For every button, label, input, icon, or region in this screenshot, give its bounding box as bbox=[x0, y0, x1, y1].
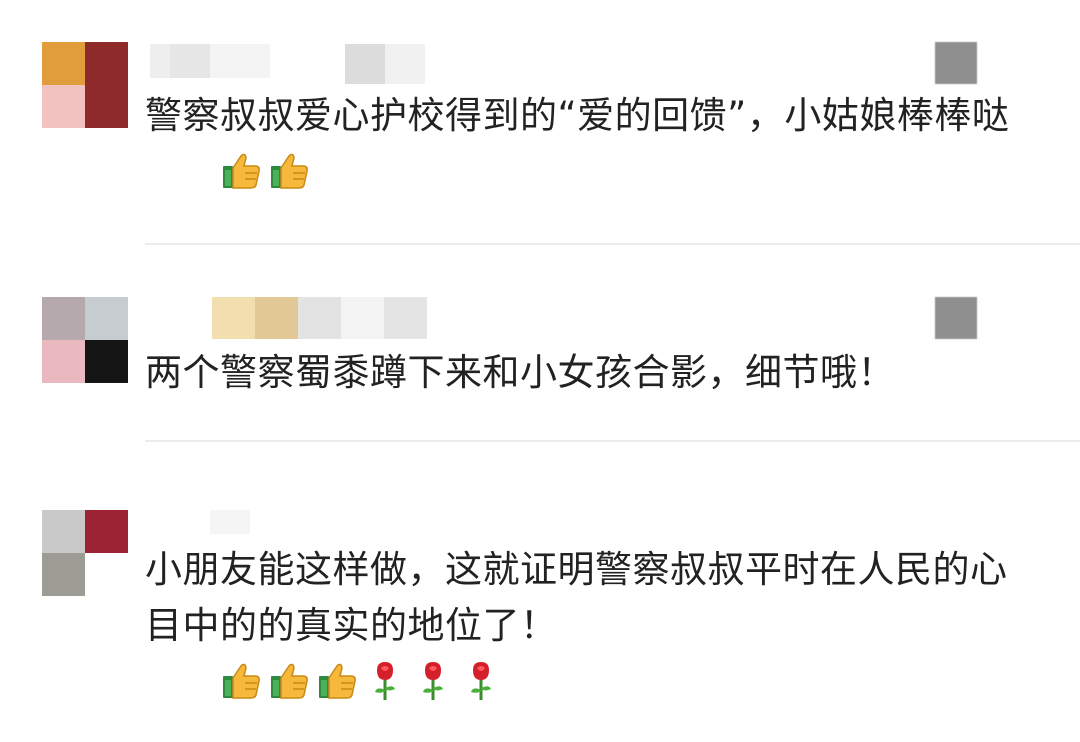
avatar[interactable] bbox=[42, 42, 128, 128]
thumbs-up-icon bbox=[270, 153, 308, 189]
thumbs-up-icon bbox=[270, 663, 308, 699]
avatar[interactable] bbox=[42, 297, 128, 383]
like-count-redacted[interactable] bbox=[935, 42, 977, 84]
comment-item: 警察叔叔爱心护校得到的“爱的回馈”，小姑娘棒棒哒 bbox=[0, 0, 1080, 245]
comment-text: 小朋友能这样做，这就证明警察叔叔平时在人民的心目中的的真实的地位了！ bbox=[145, 542, 1035, 710]
username-redacted[interactable] bbox=[150, 44, 425, 84]
avatar[interactable] bbox=[42, 510, 128, 596]
username-redacted[interactable] bbox=[210, 510, 250, 534]
comment-item: 小朋友能这样做，这就证明警察叔叔平时在人民的心目中的的真实的地位了！ bbox=[0, 442, 1080, 742]
thumbs-up-icon bbox=[222, 663, 260, 699]
emoji-row bbox=[145, 150, 315, 193]
emoji-row bbox=[145, 660, 507, 703]
username-redacted[interactable] bbox=[212, 297, 427, 339]
thumbs-up-icon bbox=[318, 663, 356, 699]
like-count-redacted[interactable] bbox=[935, 297, 977, 339]
rose-icon bbox=[422, 662, 443, 700]
comment-item: 两个警察蜀黍蹲下来和小女孩合影，细节哦！ bbox=[0, 245, 1080, 442]
rose-icon bbox=[374, 662, 395, 700]
rose-icon bbox=[470, 662, 491, 700]
thumbs-up-icon bbox=[222, 153, 260, 189]
comment-text: 两个警察蜀黍蹲下来和小女孩合影，细节哦！ bbox=[145, 351, 895, 394]
comment-text: 警察叔叔爱心护校得到的“爱的回馈”，小姑娘棒棒哒 bbox=[145, 88, 1035, 200]
